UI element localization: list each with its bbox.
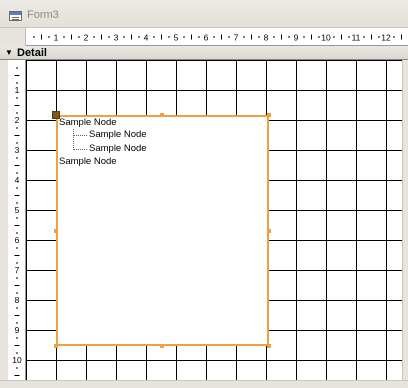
section-label: Detail <box>17 47 47 59</box>
vertical-scroll-edge[interactable] <box>402 60 408 388</box>
tree-node[interactable]: Sample Node <box>59 117 117 128</box>
ruler-label: 1 <box>54 33 59 43</box>
ruler-label: 1 <box>15 85 20 95</box>
move-handle[interactable] <box>52 111 60 119</box>
ruler-label: 5 <box>174 33 179 43</box>
resize-handle-right[interactable] <box>267 229 271 233</box>
resize-handle-bottom[interactable] <box>160 344 164 348</box>
tree-connector <box>73 149 87 150</box>
window-title: Form3 <box>27 9 59 21</box>
ruler-label: 6 <box>15 235 20 245</box>
ruler-label: 8 <box>264 33 269 43</box>
resize-handle-left[interactable] <box>54 229 58 233</box>
ruler-label: 8 <box>15 295 20 305</box>
tree-connector <box>73 135 87 136</box>
form-selector[interactable] <box>0 28 26 46</box>
vertical-ruler-ticks: 1 2 3 4 5 6 7 8 9 10 <box>12 67 22 376</box>
horizontal-ruler-ticks: 1 2 3 4 5 6 7 8 9 10 11 12 <box>33 33 402 43</box>
ruler-label: 3 <box>114 33 119 43</box>
ruler-label: 7 <box>15 265 20 275</box>
ruler-label: 10 <box>12 355 22 365</box>
vertical-ruler[interactable]: 1 2 3 4 5 6 7 8 9 10 <box>8 60 26 380</box>
ruler-label: 11 <box>352 33 361 43</box>
ruler-label: 12 <box>381 33 391 43</box>
resize-handle-top-right[interactable] <box>267 113 271 117</box>
ruler-label: 6 <box>204 33 209 43</box>
ruler-label: 9 <box>15 325 20 335</box>
resize-handle-bottom-right[interactable] <box>267 344 271 348</box>
resize-handle-top[interactable] <box>160 113 164 117</box>
ruler-label: 4 <box>144 33 149 43</box>
form-icon <box>9 11 22 21</box>
ruler-label: 4 <box>15 175 20 185</box>
tree-node[interactable]: Sample Node <box>89 143 147 154</box>
tree-node[interactable]: Sample Node <box>59 156 117 167</box>
tree-node[interactable]: Sample Node <box>89 129 147 140</box>
ruler-label: 2 <box>84 33 89 43</box>
ruler-label: 9 <box>294 33 299 43</box>
ruler-label: 7 <box>234 33 239 43</box>
detail-section-bar[interactable]: ▼ Detail <box>0 46 408 60</box>
resize-handle-bottom-left[interactable] <box>54 344 58 348</box>
section-arrow-icon: ▼ <box>5 48 13 57</box>
window-titlebar: Form3 <box>0 0 408 28</box>
tree-connector <box>73 129 74 150</box>
ruler-label: 2 <box>15 115 20 125</box>
ruler-label: 3 <box>15 145 20 155</box>
bottom-edge <box>0 380 408 388</box>
treeview-control[interactable]: Sample Node Sample Node Sample Node Samp… <box>56 115 269 346</box>
horizontal-ruler[interactable]: 1 2 3 4 5 6 7 8 9 10 11 12 <box>26 28 408 46</box>
ruler-label: 10 <box>321 33 331 43</box>
ruler-label: 5 <box>15 205 20 215</box>
